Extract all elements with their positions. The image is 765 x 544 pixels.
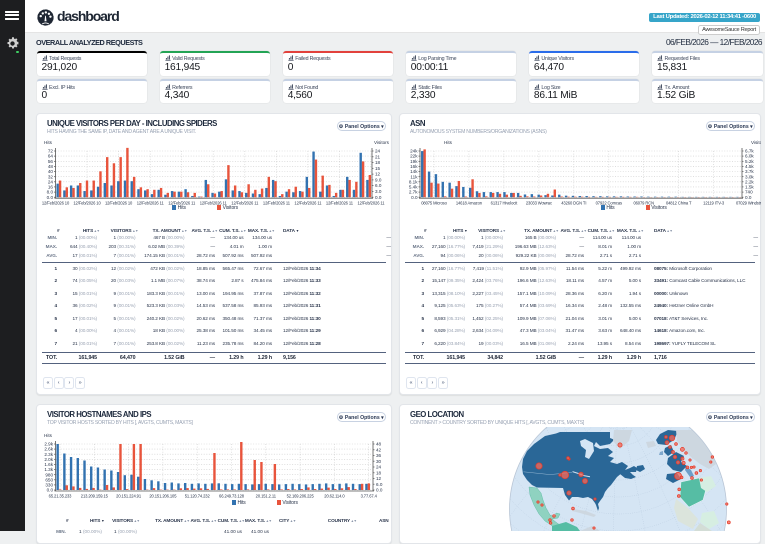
svg-text:2.2k: 2.2k (745, 179, 754, 184)
svg-text:16: 16 (48, 185, 54, 190)
svg-text:11k: 11k (410, 174, 418, 179)
svg-text:330: 330 (45, 483, 53, 488)
svg-text:3.7k: 3.7k (745, 169, 754, 174)
svg-text:0.0: 0.0 (376, 488, 383, 493)
svg-text:740: 740 (745, 190, 753, 195)
svg-text:2.7k: 2.7k (409, 190, 418, 195)
svg-text:6.0: 6.0 (375, 183, 382, 188)
svg-text:23033 Wowrac: 23033 Wowrac (526, 201, 552, 206)
svg-text:43260 DGN TI: 43260 DGN TI (561, 201, 586, 206)
svg-text:18: 18 (376, 470, 382, 475)
svg-text:42: 42 (376, 447, 382, 452)
svg-text:2.0k: 2.0k (44, 457, 53, 462)
svg-text:Hits: Hits (44, 140, 53, 145)
svg-text:40: 40 (48, 169, 54, 174)
svg-text:3.77.67.4: 3.77.67.4 (361, 494, 378, 499)
svg-text:52.169.206.225: 52.169.206.225 (287, 494, 315, 499)
svg-text:07029 Windstr: 07029 Windstr (736, 201, 761, 206)
svg-text:22k: 22k (410, 154, 418, 159)
svg-text:16k: 16k (410, 164, 418, 169)
svg-text:6.7k: 6.7k (745, 149, 754, 154)
svg-text:6.0: 6.0 (376, 482, 383, 487)
svg-text:20.151.224.91: 20.151.224.91 (116, 494, 142, 499)
svg-text:1.5k: 1.5k (745, 185, 754, 190)
svg-text:21: 21 (375, 154, 381, 159)
svg-text:66.249.73.128: 66.249.73.128 (219, 494, 245, 499)
svg-text:20.62.114.0: 20.62.114.0 (324, 494, 345, 499)
svg-text:1.3k: 1.3k (44, 467, 53, 472)
svg-text:0.0: 0.0 (745, 195, 752, 200)
svg-text:8.0: 8.0 (47, 190, 54, 195)
svg-text:0.0: 0.0 (375, 195, 382, 200)
svg-text:24: 24 (48, 179, 54, 184)
svg-text:9.0: 9.0 (375, 178, 382, 183)
svg-text:48: 48 (376, 442, 382, 447)
svg-text:1.6k: 1.6k (44, 462, 53, 467)
svg-text:24: 24 (375, 149, 381, 154)
svg-text:12/Feb/2026 11: 12/Feb/2026 11 (358, 201, 386, 206)
svg-text:24: 24 (376, 465, 382, 470)
svg-text:5.2k: 5.2k (745, 159, 754, 164)
svg-text:5.4k: 5.4k (409, 185, 418, 190)
svg-text:08075 Microso: 08075 Microso (421, 201, 447, 206)
svg-text:72: 72 (48, 149, 54, 154)
svg-text:12/Feb/2026 10: 12/Feb/2026 10 (42, 201, 70, 206)
svg-text:0.0: 0.0 (47, 195, 54, 200)
svg-text:980: 980 (45, 472, 53, 477)
svg-text:4.5k: 4.5k (745, 164, 754, 169)
svg-text:213.209.159.15: 213.209.159.15 (81, 494, 109, 499)
svg-text:6.0k: 6.0k (745, 154, 754, 159)
svg-text:8.1k: 8.1k (409, 179, 418, 184)
svg-text:65.21.35.233: 65.21.35.233 (49, 494, 73, 499)
svg-text:24k: 24k (410, 149, 418, 154)
svg-text:32: 32 (48, 174, 54, 179)
svg-text:64: 64 (48, 154, 54, 159)
svg-text:2.9k: 2.9k (44, 442, 53, 447)
svg-text:3.0: 3.0 (375, 189, 382, 194)
svg-text:48: 48 (48, 164, 54, 169)
svg-text:2.6k: 2.6k (44, 447, 53, 452)
svg-text:12: 12 (375, 172, 381, 177)
svg-text:30: 30 (376, 459, 382, 464)
svg-text:56: 56 (48, 159, 54, 164)
svg-text:Hits: Hits (444, 140, 453, 145)
svg-text:36: 36 (376, 453, 382, 458)
svg-text:12: 12 (376, 476, 382, 481)
svg-text:15: 15 (375, 166, 381, 171)
svg-text:20.151.206.105: 20.151.206.105 (149, 494, 177, 499)
svg-text:2.3k: 2.3k (44, 452, 53, 457)
svg-text:12/Feb/2026 11: 12/Feb/2026 11 (137, 201, 165, 206)
svg-text:Visitors: Visitors (751, 140, 761, 145)
svg-text:14618 Amazon: 14618 Amazon (456, 201, 483, 206)
svg-text:650: 650 (45, 477, 53, 482)
svg-text:12/Feb/2026 10: 12/Feb/2026 10 (105, 201, 133, 206)
svg-text:0.0: 0.0 (411, 195, 418, 200)
svg-text:51.120.74.232: 51.120.74.232 (185, 494, 211, 499)
svg-text:12/Feb/2026 11: 12/Feb/2026 11 (294, 201, 322, 206)
svg-text:61317 Hivelocit: 61317 Hivelocit (491, 201, 518, 206)
svg-text:12/Feb/2026 10: 12/Feb/2026 10 (73, 201, 101, 206)
svg-text:3.0k: 3.0k (745, 174, 754, 179)
svg-text:12/Feb/2026 11: 12/Feb/2026 11 (326, 201, 354, 206)
svg-text:18: 18 (375, 160, 381, 165)
svg-text:0.0: 0.0 (47, 488, 54, 493)
svg-text:19k: 19k (410, 159, 418, 164)
svg-text:20.151.2.11: 20.151.2.11 (256, 494, 277, 499)
svg-text:Visitors: Visitors (374, 140, 390, 145)
svg-text:14k: 14k (410, 169, 418, 174)
svg-text:Hits: Hits (44, 433, 53, 438)
